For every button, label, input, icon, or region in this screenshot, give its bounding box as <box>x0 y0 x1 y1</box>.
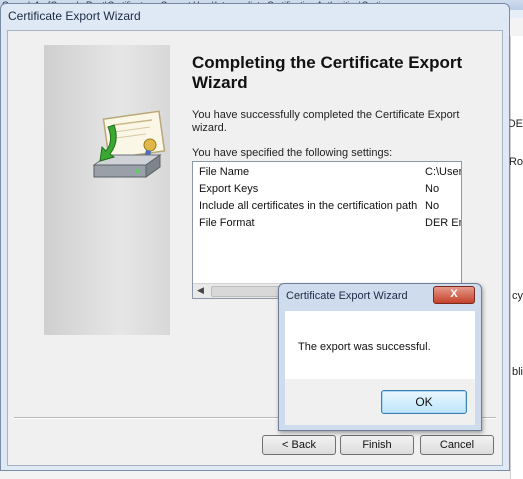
background-console-pane <box>510 36 523 479</box>
wizard-side-panel <box>44 45 170 335</box>
dialog-body: The export was successful. <box>285 311 475 379</box>
setting-value: No <box>425 200 440 212</box>
background-text-fragment: bli <box>511 366 523 378</box>
completion-description: You have successfully completed the Cert… <box>192 109 460 134</box>
close-icon[interactable]: X <box>433 286 475 304</box>
background-text-fragment: cy <box>512 290 523 302</box>
setting-value: No <box>425 183 440 195</box>
settings-list[interactable]: File Name C:\User Export Keys No Include… <box>192 161 462 299</box>
cancel-button[interactable]: Cancel <box>420 435 494 455</box>
success-message: The export was successful. <box>298 341 431 353</box>
scrollbar-thumb[interactable] <box>211 286 283 297</box>
finish-button[interactable]: Finish <box>340 435 414 455</box>
background-text-fragment: Ro <box>508 156 523 168</box>
dialog-title: Certificate Export Wizard <box>286 290 408 302</box>
setting-name: Export Keys <box>199 183 259 195</box>
export-success-dialog: Certificate Export Wizard X The export w… <box>278 283 482 431</box>
ok-button[interactable]: OK <box>381 390 467 414</box>
setting-name: Include all certificates in the certific… <box>199 200 418 212</box>
background-text-fragment: DE <box>507 118 523 130</box>
setting-value: DER En <box>425 217 462 229</box>
scroll-left-arrow-icon[interactable]: ◀ <box>197 285 204 296</box>
setting-name: File Name <box>199 166 250 178</box>
settings-label: You have specified the following setting… <box>192 147 393 159</box>
setting-name: File Format <box>199 217 255 229</box>
setting-value: C:\User <box>425 166 462 178</box>
page-title: Completing the Certificate Export Wizard <box>192 53 463 92</box>
dialog-footer: OK <box>285 379 475 425</box>
wizard-title: Certificate Export Wizard <box>8 9 141 23</box>
back-button[interactable]: < Back <box>262 435 336 455</box>
certificate-export-illustration <box>88 107 172 187</box>
